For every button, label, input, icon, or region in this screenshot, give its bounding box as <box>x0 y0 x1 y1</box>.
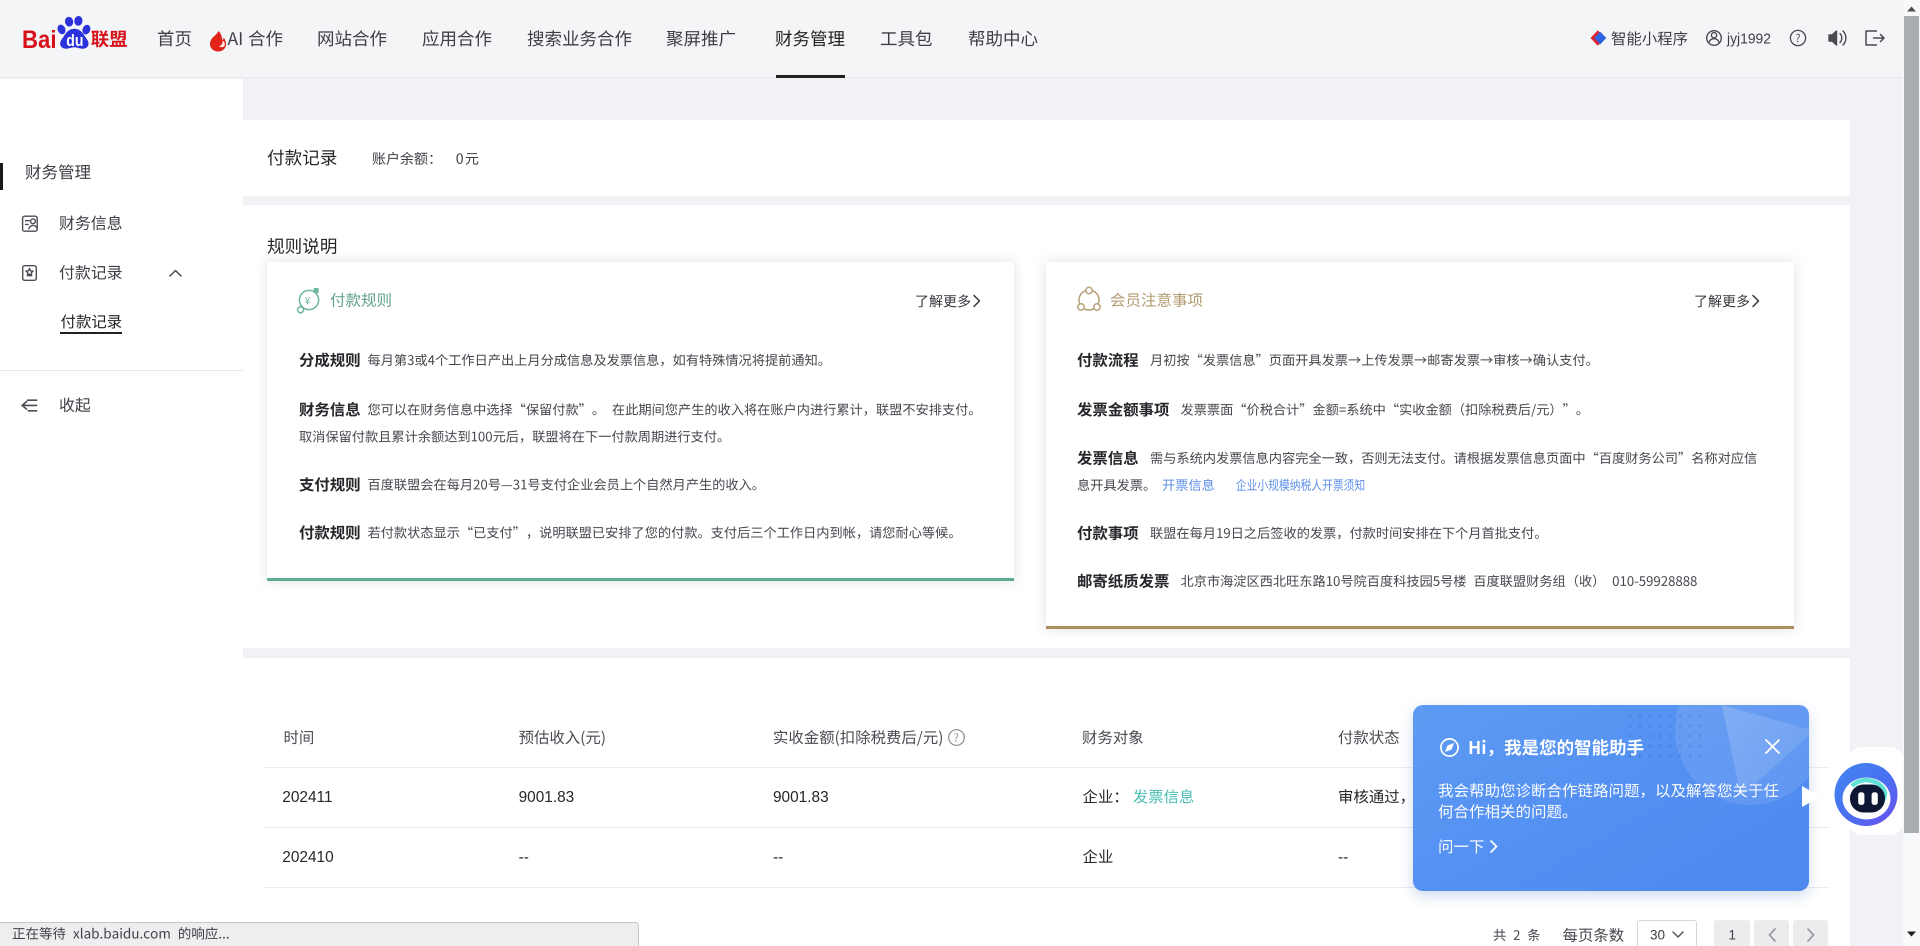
svg-text:9001.83: 9001.83 <box>519 789 575 806</box>
svg-text:--: -- <box>773 849 783 866</box>
svg-text:1: 1 <box>1729 928 1737 943</box>
svg-text:9001.83: 9001.83 <box>773 789 829 806</box>
svg-text:202410: 202410 <box>282 849 333 866</box>
svg-text:du: du <box>66 31 83 50</box>
svg-text:--: -- <box>519 849 529 866</box>
svg-text:30: 30 <box>1650 928 1665 943</box>
svg-text:202411: 202411 <box>282 789 332 806</box>
svg-text:--: -- <box>1338 849 1348 866</box>
svg-text:jyj1992: jyj1992 <box>1726 30 1771 47</box>
svg-text:Bai: Bai <box>22 26 57 54</box>
